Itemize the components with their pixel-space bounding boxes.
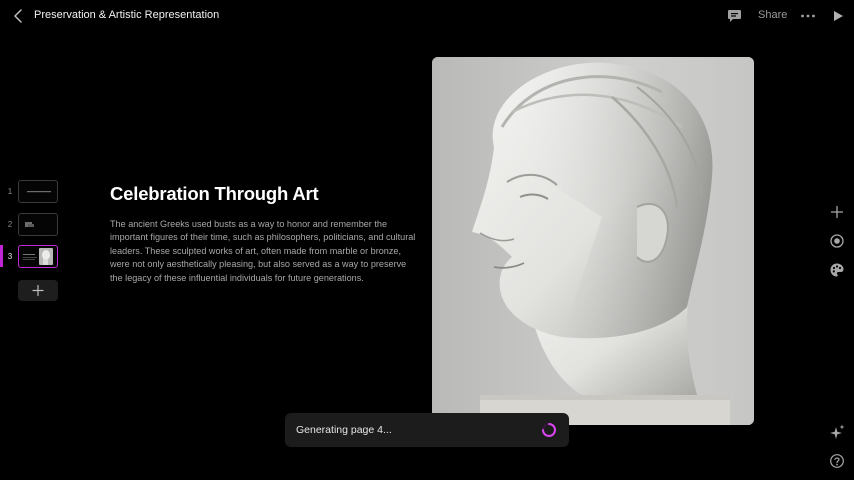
more-icon[interactable] [800,9,816,23]
slide-paragraph: The ancient Greeks used busts as a way t… [110,219,416,283]
toast-text: Generating page 4... [296,424,392,436]
slide-thumbnail-3[interactable] [18,245,58,268]
spinner-icon [541,422,557,438]
slide-heading: Celebration Through Art [110,183,319,204]
active-slide-indicator [0,245,3,267]
add-slide-button[interactable] [18,280,58,301]
palette-icon[interactable] [829,262,845,278]
plus-icon[interactable] [829,204,845,220]
bust-image [432,57,754,425]
record-icon[interactable] [829,233,845,249]
document-title: Preservation & Artistic Representation [34,9,220,21]
top-bar: Preservation & Artistic Representation S… [0,0,854,32]
slide-thumbnail-1[interactable] [18,180,58,203]
plus-icon [32,284,44,297]
chevron-left-icon[interactable] [10,8,28,24]
play-icon[interactable] [832,9,844,23]
share-button[interactable]: Share [758,9,787,21]
slide-number: 3 [7,252,13,261]
help-icon[interactable] [829,453,845,469]
slide-number: 2 [7,220,13,229]
slide-thumbnail-2[interactable] [18,213,58,236]
generating-toast: Generating page 4... [285,413,569,447]
slide-number: 1 [7,187,13,196]
comment-icon[interactable] [727,9,742,23]
sparkle-icon[interactable] [829,424,845,440]
